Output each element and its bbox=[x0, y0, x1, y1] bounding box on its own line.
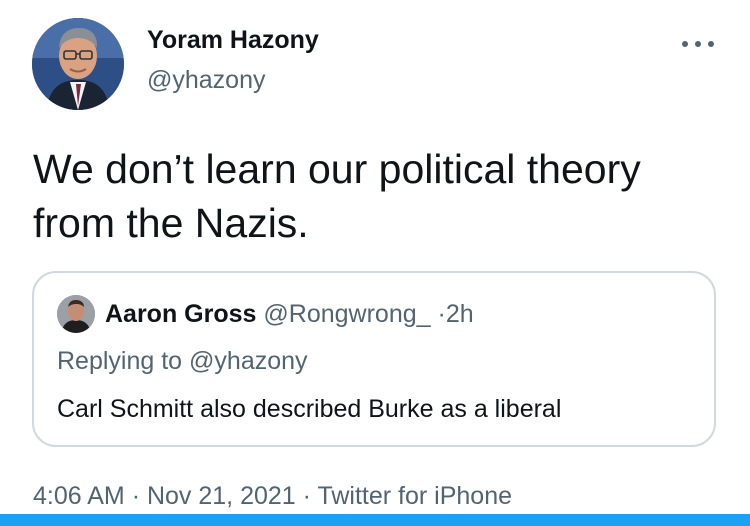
tweet-time[interactable]: 4:06 AM bbox=[33, 482, 125, 510]
quote-text: Carl Schmitt also described Burke as a l… bbox=[57, 395, 562, 423]
tweet-date[interactable]: Nov 21, 2021 bbox=[147, 482, 296, 510]
quoted-tweet-card[interactable]: Aaron Gross @Rongwrong_ ·2h Replying to … bbox=[32, 271, 716, 447]
tweet-text-line-1: We don’t learn our political theory bbox=[33, 146, 641, 192]
bottom-accent-bar bbox=[0, 514, 750, 526]
author-handle[interactable]: @yhazony bbox=[147, 66, 266, 95]
more-horizontal-icon bbox=[682, 41, 714, 47]
quote-header: Aaron Gross @Rongwrong_ ·2h bbox=[105, 299, 474, 329]
reply-handle-link[interactable]: @yhazony bbox=[189, 347, 308, 375]
quote-author-handle[interactable]: @Rongwrong_ bbox=[263, 300, 430, 328]
quote-time[interactable]: 2h bbox=[446, 300, 474, 328]
quote-avatar-photo-icon bbox=[57, 295, 95, 333]
more-options-button[interactable] bbox=[676, 32, 720, 56]
tweet-text-line-2: from the Nazis. bbox=[33, 200, 309, 246]
reply-prefix: Replying to bbox=[57, 347, 183, 375]
tweet-text: We don’t learn our political theory from… bbox=[33, 142, 733, 250]
author-name[interactable]: Yoram Hazony bbox=[147, 26, 319, 55]
avatar-photo-icon bbox=[32, 18, 124, 110]
quote-replying-to: Replying to @yhazony bbox=[57, 347, 308, 376]
quote-author-name[interactable]: Aaron Gross bbox=[105, 300, 256, 328]
meta-separator-2: · bbox=[302, 482, 311, 510]
quote-separator: · bbox=[437, 300, 446, 328]
quote-avatar[interactable] bbox=[57, 295, 95, 333]
tweet-meta-row: 4:06 AM · Nov 21, 2021 · Twitter for iPh… bbox=[33, 482, 512, 511]
tweet-source[interactable]: Twitter for iPhone bbox=[317, 482, 512, 510]
author-avatar[interactable] bbox=[32, 18, 124, 110]
meta-separator-1: · bbox=[131, 482, 141, 510]
